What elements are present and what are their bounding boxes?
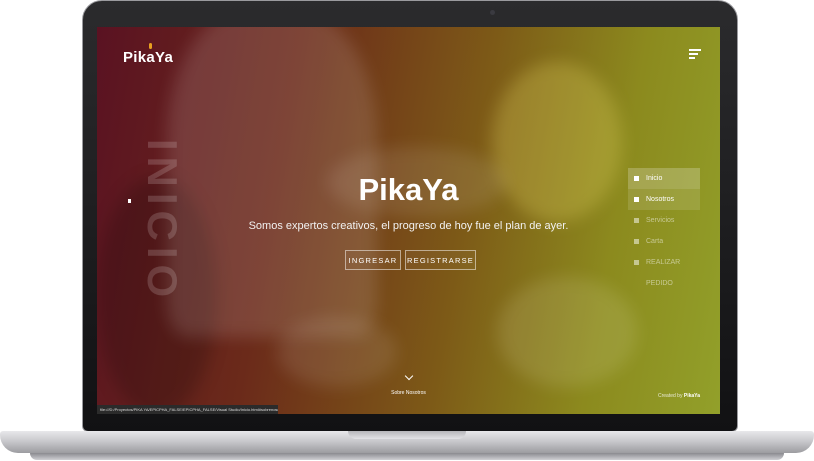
side-nav-menu: Inicio Nosotros Servicios Carta REALIZAR… [628,168,700,287]
browser-viewport: PikaYa INICIO PikaYa Somos expertos crea… [97,27,720,414]
card-icon [634,239,639,244]
hero-title: PikaYa [358,172,459,207]
nav-item-realizar-pedido[interactable]: REALIZAR PEDIDO [628,252,700,287]
camera-dot [490,10,495,15]
order-icon [634,260,639,265]
brand-logo[interactable]: PikaYa [123,43,174,66]
chevron-down-icon[interactable] [404,371,414,381]
nav-item-label: Nosotros [646,196,675,203]
nav-item-inicio[interactable]: Inicio [628,168,700,189]
nav-item-label: REALIZAR PEDIDO [646,259,681,287]
clipboard-icon [634,218,639,223]
register-button[interactable]: REGISTRARSE [405,250,476,270]
hamburger-menu-icon[interactable] [689,49,701,59]
about-us-link[interactable]: Sobre Nosotros [97,390,720,396]
created-by-brand: PikaYa [683,393,700,399]
created-by-credit: Created by PikaYa [658,393,700,399]
nav-item-label: Carta [646,238,664,245]
nav-item-servicios[interactable]: Servicios [628,210,700,231]
background-photo-bowl [277,317,397,387]
home-icon [634,176,639,181]
star-icon [634,197,639,202]
nav-item-label: Inicio [646,175,663,182]
chili-icon [149,43,152,49]
hero-subtitle: Somos expertos creativos, el progreso de… [248,220,569,232]
nav-item-nosotros[interactable]: Nosotros [628,189,700,210]
nav-item-carta[interactable]: Carta [628,231,700,252]
login-button[interactable]: INGRESAR [345,250,401,270]
created-by-prefix: Created by [658,393,683,399]
nav-item-label: Servicios [646,217,675,224]
laptop-notch [348,431,466,439]
background-photo-table [497,277,637,387]
status-bar-url: file:///D:/Proyectos/PIKA YA/EPICPHA_FAL… [97,405,278,414]
brand-logo-text: PikaYa [123,49,174,66]
